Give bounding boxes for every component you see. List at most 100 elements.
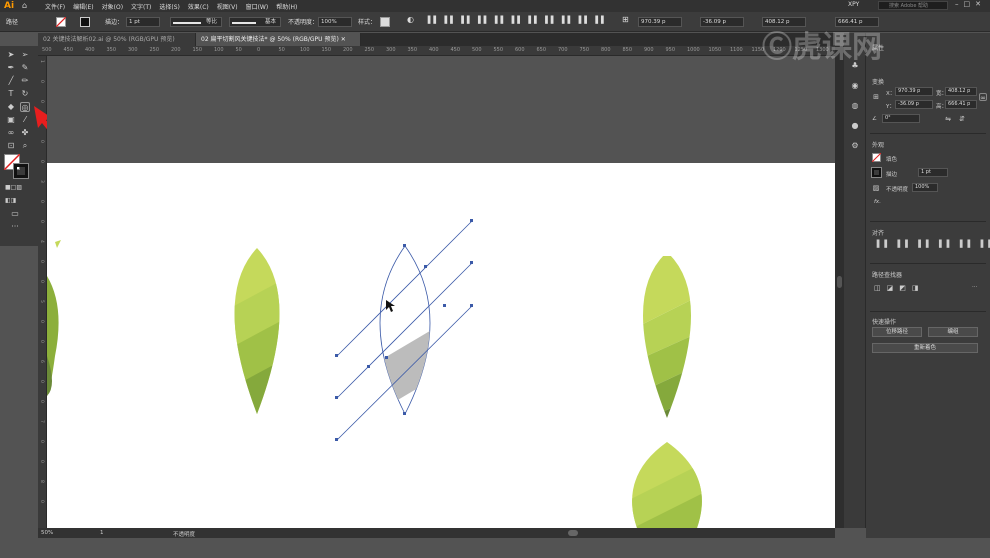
gradient-panel-icon[interactable]: ◍ bbox=[850, 101, 860, 111]
opacity-field[interactable]: 100% bbox=[318, 17, 352, 27]
leaf-partial-left[interactable] bbox=[47, 240, 61, 396]
stroke-weight-field[interactable]: 1 pt bbox=[126, 17, 160, 27]
stroke-swatch[interactable] bbox=[871, 167, 882, 178]
menu-edit[interactable]: 编辑(E) bbox=[73, 2, 93, 11]
zoom-level[interactable]: 50% bbox=[41, 530, 53, 536]
type-tool-icon[interactable]: T bbox=[6, 89, 16, 99]
transform-icon[interactable]: ⊞ bbox=[622, 15, 629, 24]
home-icon[interactable]: ⌂ bbox=[22, 1, 27, 10]
canvas[interactable] bbox=[47, 56, 835, 528]
ruler-tick: 100 bbox=[300, 47, 310, 53]
pathfinder-buttons[interactable]: ◫◪◩◨ bbox=[874, 284, 924, 292]
more-options-icon[interactable]: ··· bbox=[972, 284, 977, 290]
close-icon[interactable]: ✕ bbox=[341, 36, 346, 43]
close-icon[interactable]: ✕ bbox=[975, 0, 981, 8]
stroke-weight-field[interactable]: 1 pt bbox=[918, 168, 948, 177]
menu-window[interactable]: 窗口(W) bbox=[246, 2, 269, 11]
vertical-scrollbar[interactable] bbox=[835, 46, 844, 528]
x-field[interactable]: 970.39 p bbox=[638, 17, 682, 27]
more-tools-icon[interactable]: ··· bbox=[10, 222, 20, 232]
symbol-tool-icon[interactable]: ✤ bbox=[20, 128, 30, 138]
eyedropper-tool-icon[interactable]: ⁄ bbox=[20, 115, 30, 125]
eraser-tool-icon[interactable]: ◆ bbox=[6, 102, 16, 112]
stroke-panel-icon[interactable]: ● bbox=[850, 121, 860, 131]
flip-vertical-icon[interactable]: ⇵ bbox=[958, 115, 966, 123]
ruler-tick: 0 bbox=[39, 400, 44, 403]
style-label: 样式： bbox=[358, 19, 377, 26]
ruler-horizontal: 500 450 400 350 300 250 200 150 100 50 0 50 100 150 20… bbox=[38, 46, 835, 56]
color-icon[interactable]: ◉ bbox=[850, 81, 860, 91]
recolor-icon[interactable]: ◐ bbox=[407, 15, 414, 24]
help-search-input[interactable]: 搜索 Adobe 帮助 bbox=[878, 1, 948, 10]
fill-swatch[interactable] bbox=[872, 153, 881, 162]
align-buttons[interactable]: ▐▌▐▌▐▌▐▌▐▌▐▌ bbox=[874, 240, 990, 248]
draw-modes-icon[interactable]: ◧◨ bbox=[5, 196, 16, 206]
group-button[interactable]: 编组 bbox=[928, 327, 978, 337]
ruler-tick: 0 bbox=[39, 220, 44, 223]
menu-select[interactable]: 选择(S) bbox=[159, 2, 180, 11]
menu-view[interactable]: 视图(V) bbox=[217, 2, 238, 11]
style-swatch[interactable] bbox=[380, 17, 390, 27]
shape-builder-tool-icon[interactable]: ◎ bbox=[20, 102, 30, 112]
align-icons[interactable]: ▐▌▐▌▐▌▐▌▐▌▐▌▐▌▐▌▐▌▐▌▐▌ bbox=[425, 16, 609, 24]
ruler-tick: 3 bbox=[39, 180, 44, 183]
vertical-scroll-thumb[interactable] bbox=[837, 276, 842, 288]
y-field[interactable]: -36.09 p bbox=[700, 17, 744, 27]
fill-swatch[interactable] bbox=[56, 17, 66, 27]
brush-value: 基本 bbox=[264, 19, 276, 25]
leaf-c-sliced[interactable] bbox=[607, 256, 731, 456]
artboard-tool-icon[interactable]: ⊡ bbox=[6, 141, 16, 151]
tab-document-2[interactable]: 02 扁平切割风关键技法* @ 50% (RGB/GPU 预览) ✕ bbox=[196, 33, 361, 46]
stroke-color-box[interactable] bbox=[13, 163, 29, 179]
pathfinder-header: 路径查找器 bbox=[872, 272, 903, 279]
window-controls: – □ ✕ bbox=[955, 0, 981, 8]
stroke-swatch[interactable] bbox=[80, 17, 90, 27]
gradient-tool-icon[interactable]: ▣ bbox=[6, 115, 16, 125]
menu-object[interactable]: 对象(O) bbox=[102, 2, 123, 11]
screen-mode-icon[interactable]: ▭ bbox=[10, 209, 20, 219]
line-tool-icon[interactable]: ╱ bbox=[6, 76, 16, 86]
leaf-a[interactable] bbox=[197, 236, 327, 456]
recolor-button[interactable]: 重新着色 bbox=[872, 343, 978, 353]
ruler-tick: 550 bbox=[493, 47, 504, 53]
menu-type[interactable]: 文字(T) bbox=[131, 2, 151, 11]
artwork[interactable] bbox=[47, 56, 835, 528]
opacity-field[interactable]: 100% bbox=[912, 183, 938, 192]
maximize-icon[interactable]: □ bbox=[964, 0, 971, 8]
y-field[interactable]: -36.09 p bbox=[895, 100, 933, 109]
curvature-tool-icon[interactable]: ✎ bbox=[20, 63, 30, 73]
x-field[interactable]: 970.39 p bbox=[895, 87, 933, 96]
selection-tool-icon[interactable]: ➤ bbox=[6, 50, 16, 60]
opacity-icon[interactable]: ▨ bbox=[872, 184, 880, 192]
ruler-tick: 0 bbox=[39, 200, 44, 203]
pen-tool-icon[interactable]: ✒ bbox=[6, 63, 16, 73]
zoom-tool-icon[interactable]: ⌕ bbox=[20, 141, 30, 151]
direct-selection-tool-icon[interactable]: ➢ bbox=[20, 50, 30, 60]
color-modes-icon[interactable]: ■□▨ bbox=[5, 183, 22, 193]
leaf-d[interactable] bbox=[617, 436, 737, 528]
w-field[interactable]: 408.12 p bbox=[945, 87, 977, 96]
offset-path-button[interactable]: 位移路径 bbox=[872, 327, 922, 337]
rotate-field[interactable]: 0° bbox=[882, 114, 920, 123]
construction-group[interactable] bbox=[335, 219, 473, 441]
minimize-icon[interactable]: – bbox=[955, 0, 959, 8]
menu-effect[interactable]: 效果(C) bbox=[188, 2, 209, 11]
blend-tool-icon[interactable]: ∞ bbox=[6, 128, 16, 138]
h-field[interactable]: 666.41 p bbox=[945, 100, 977, 109]
menu-help[interactable]: 帮助(H) bbox=[276, 2, 297, 11]
flip-horizontal-icon[interactable]: ⇋ bbox=[944, 115, 952, 123]
constrain-proportions-icon[interactable]: ∞ bbox=[979, 93, 987, 102]
fx-button[interactable]: fx. bbox=[874, 199, 881, 205]
tab-document-1[interactable]: 02 关键技法解析02.ai @ 50% (RGB/GPU 预览) bbox=[38, 33, 196, 46]
ruler-tick: 800 bbox=[601, 47, 611, 53]
transparency-icon[interactable]: ⚙ bbox=[850, 141, 860, 151]
ruler-tick: 5 bbox=[39, 300, 44, 303]
pencil-tool-icon[interactable]: ✏ bbox=[20, 76, 30, 86]
reference-point-icon[interactable]: ⊞ bbox=[872, 93, 880, 101]
rotate-tool-icon[interactable]: ↻ bbox=[20, 89, 30, 99]
horizontal-scroll-thumb[interactable] bbox=[568, 530, 578, 536]
ruler-tick: 1 bbox=[39, 60, 44, 63]
workspace-switcher[interactable]: XPY bbox=[848, 1, 859, 8]
artboard-number[interactable]: 1 bbox=[100, 530, 104, 536]
menu-file[interactable]: 文件(F) bbox=[45, 2, 65, 11]
